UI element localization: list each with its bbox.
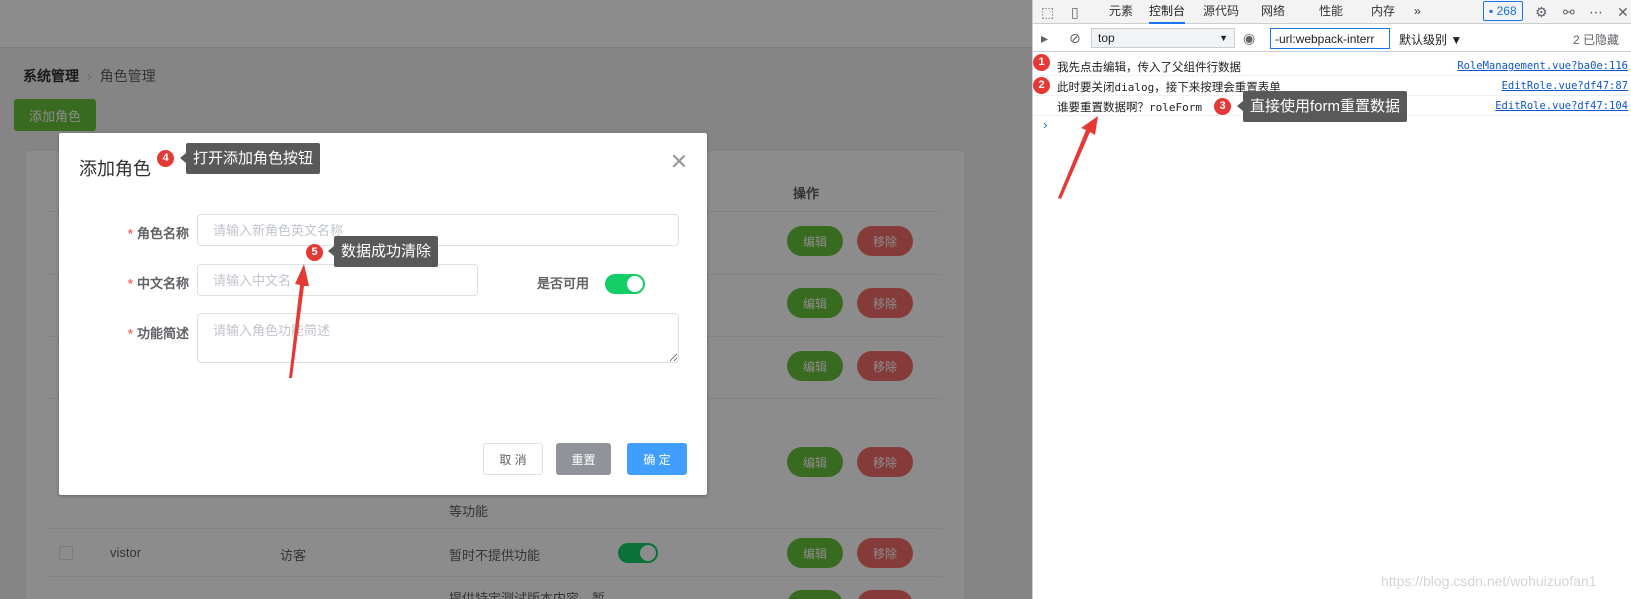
eye-icon[interactable]: ◉ bbox=[1243, 29, 1255, 47]
annotation-number: 3 bbox=[1214, 98, 1231, 115]
admin-app: 系统管理 › 角色管理 添加角色 操作 编辑 移除 编辑 移除 编辑 移除 编辑 移… bbox=[0, 0, 1032, 599]
close-devtools-icon[interactable]: ✕ bbox=[1617, 3, 1629, 21]
close-icon[interactable] bbox=[671, 153, 687, 169]
clear-console-icon[interactable]: ⊘ bbox=[1069, 29, 1081, 47]
customize-icon[interactable]: ⚯ bbox=[1563, 3, 1575, 21]
watermark: https://blog.csdn.net/wohuizuofan1 bbox=[1381, 573, 1597, 589]
hidden-count: 2 已隐藏 bbox=[1573, 33, 1620, 47]
annotation-number: 4 bbox=[157, 150, 174, 167]
description-label: * 功能简述 bbox=[127, 326, 189, 341]
log-source-link[interactable]: EditRole.vue?df47:104 bbox=[1495, 100, 1628, 112]
dialog-title: 添加角色 bbox=[79, 159, 151, 179]
tab-network[interactable]: 网络 bbox=[1261, 2, 1285, 20]
device-toggle-icon[interactable]: ▯ bbox=[1071, 3, 1079, 21]
cancel-button[interactable]: 取 消 bbox=[483, 443, 543, 475]
message-icon: ▪ bbox=[1489, 4, 1494, 18]
reset-button[interactable]: 重置 bbox=[556, 443, 611, 475]
enabled-label: 是否可用 bbox=[536, 276, 589, 291]
cn-name-input[interactable] bbox=[197, 264, 478, 296]
tab-memory[interactable]: 内存 bbox=[1371, 2, 1395, 20]
more-tabs-icon[interactable]: » bbox=[1414, 2, 1421, 20]
issues-badge[interactable]: ▪ 268 bbox=[1483, 1, 1523, 21]
more-options-icon[interactable]: ⋯ bbox=[1589, 3, 1603, 21]
confirm-button[interactable]: 确 定 bbox=[627, 443, 687, 475]
sidebar-toggle-icon[interactable]: ▸ bbox=[1041, 29, 1048, 47]
annotation-number: 5 bbox=[306, 244, 323, 261]
enabled-switch[interactable] bbox=[605, 274, 645, 294]
annotation-callout: 打开添加角色按钮 bbox=[179, 143, 321, 174]
devtools-tabbar: ⬚ ▯ 元素 控制台 源代码 网络 性能 内存 » ▪ 268 ⚙ ⚯ ⋯ ✕ bbox=[1033, 0, 1631, 24]
context-select[interactable]: top ▼ bbox=[1091, 28, 1235, 48]
log-source-link[interactable]: RoleManagement.vue?ba0e:116 bbox=[1457, 60, 1628, 72]
devtools-panel: ⬚ ▯ 元素 控制台 源代码 网络 性能 内存 » ▪ 268 ⚙ ⚯ ⋯ ✕ … bbox=[1032, 0, 1631, 599]
tab-console[interactable]: 控制台 bbox=[1149, 2, 1186, 24]
annotation-callout: 数据成功清除 bbox=[327, 236, 439, 267]
tab-sources[interactable]: 源代码 bbox=[1203, 2, 1239, 20]
log-message: 我先点击编辑，传入了父组件行数据 bbox=[1057, 62, 1241, 74]
console-prompt[interactable]: › bbox=[1043, 117, 1047, 132]
annotation-callout: 直接使用form重置数据 bbox=[1236, 91, 1408, 122]
tab-elements[interactable]: 元素 bbox=[1109, 2, 1133, 20]
caret-down-icon: ▼ bbox=[1219, 33, 1228, 43]
console-toolbar: ▸ ⊘ top▼ ◉ 默认级别 ▼ 2 已隐藏 bbox=[1033, 28, 1631, 52]
add-role-dialog: 添加角色 *角色名称 *中文名称 是否可用 *功能简述 取 消 重置 确 定 bbox=[59, 133, 707, 495]
inspect-icon[interactable]: ⬚ bbox=[1041, 3, 1054, 21]
annotation-number: 1 bbox=[1033, 54, 1050, 71]
gear-icon[interactable]: ⚙ bbox=[1535, 3, 1548, 21]
role-name-label: * 角色名称 bbox=[127, 226, 189, 241]
cn-name-label: * 中文名称 bbox=[127, 276, 189, 291]
log-message: 谁要重置数据啊？roleForm bbox=[1057, 101, 1202, 114]
log-source-link[interactable]: EditRole.vue?df47:87 bbox=[1502, 80, 1628, 92]
annotation-number: 2 bbox=[1033, 77, 1050, 94]
issues-count: 268 bbox=[1496, 4, 1517, 18]
console-log-row: 我先点击编辑，传入了父组件行数据 RoleManagement.vue?ba0e… bbox=[1033, 56, 1631, 76]
log-levels-dropdown[interactable]: 默认级别 ▼ bbox=[1399, 31, 1462, 48]
description-textarea[interactable] bbox=[197, 313, 679, 363]
console-filter-input[interactable] bbox=[1270, 28, 1390, 49]
tab-performance[interactable]: 性能 bbox=[1319, 2, 1343, 20]
